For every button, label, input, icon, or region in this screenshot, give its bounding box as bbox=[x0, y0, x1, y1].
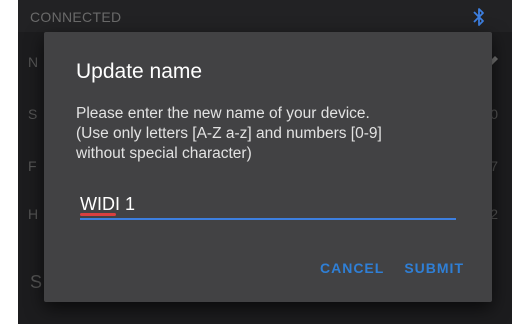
connection-status-bar: CONNECTED bbox=[18, 0, 512, 32]
device-name-input[interactable] bbox=[80, 190, 456, 220]
bluetooth-icon[interactable] bbox=[470, 6, 488, 28]
connection-status: CONNECTED bbox=[30, 9, 122, 25]
spellcheck-underline bbox=[80, 213, 116, 216]
update-name-dialog: Update name Please enter the new name of… bbox=[44, 32, 492, 302]
cancel-button[interactable]: CANCEL bbox=[320, 260, 384, 276]
row-label: S bbox=[28, 106, 38, 122]
row-label: H bbox=[28, 206, 39, 222]
row-label: N bbox=[28, 54, 39, 70]
dialog-title: Update name bbox=[76, 60, 203, 83]
dialog-message-line: Please enter the new name of your device… bbox=[76, 105, 370, 122]
dialog-actions: CANCEL SUBMIT bbox=[320, 260, 464, 276]
dialog-message-line: without special character) bbox=[76, 145, 252, 162]
dialog-message-line: (Use only letters [A-Z a-z] and numbers … bbox=[76, 125, 382, 142]
row-label: F bbox=[28, 158, 37, 174]
section-header: S bbox=[30, 272, 43, 292]
dialog-message: Please enter the new name of your device… bbox=[76, 104, 476, 164]
submit-button[interactable]: SUBMIT bbox=[404, 260, 464, 276]
